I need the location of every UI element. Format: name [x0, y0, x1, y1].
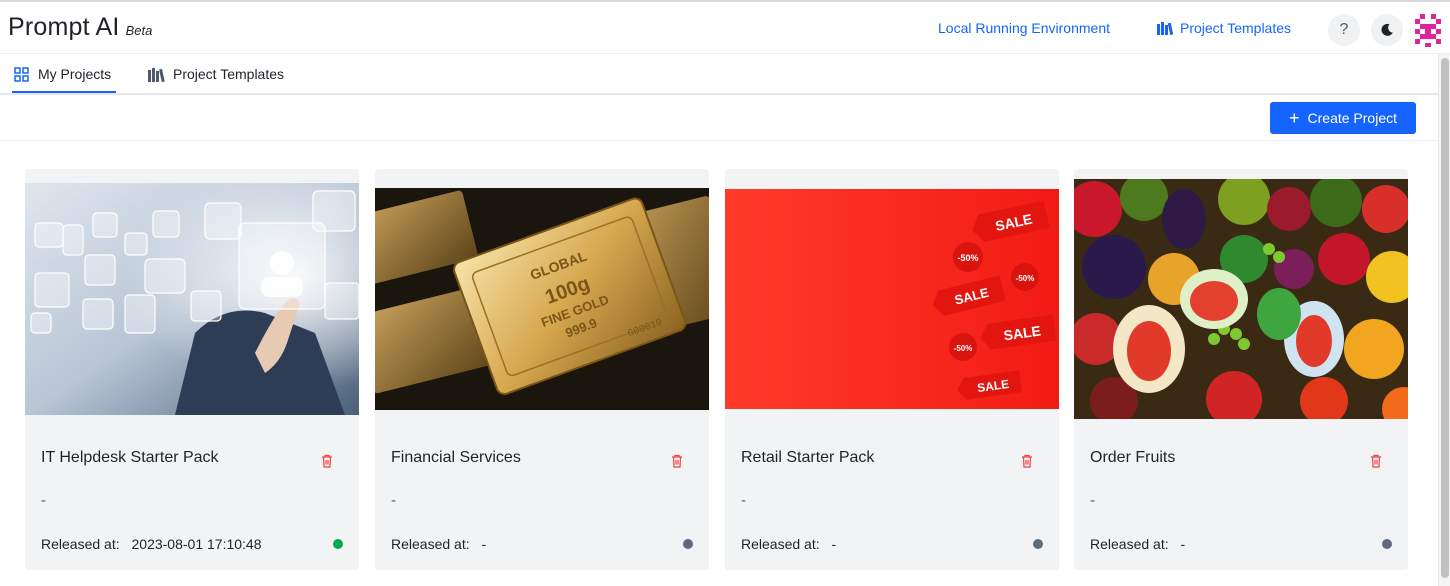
release-info: Released at: - — [1090, 536, 1185, 552]
app-name: Prompt AI — [8, 13, 120, 41]
fruits-image — [1074, 179, 1408, 419]
discount-tag-text: -50% — [957, 253, 978, 263]
discount-tag-text: -50% — [954, 344, 973, 353]
library-icon — [1157, 22, 1173, 35]
project-description: - — [41, 492, 46, 509]
release-info: Released at: 2023-08-01 17:10:48 — [41, 536, 262, 552]
project-title: Financial Services — [391, 449, 521, 466]
plus-icon: + — [1289, 108, 1300, 128]
released-value: 2023-08-01 17:10:48 — [131, 536, 262, 552]
released-label: Released at: — [41, 536, 120, 552]
question-icon: ? — [1339, 21, 1349, 38]
active-tab-indicator — [12, 91, 116, 93]
status-dot-offline — [683, 539, 693, 549]
app-brand[interactable]: Prompt AI Beta — [8, 13, 152, 42]
create-project-label: Create Project — [1307, 110, 1397, 126]
release-info: Released at: - — [391, 536, 486, 552]
project-card[interactable]: Order Fruits - Released at: - — [1074, 169, 1408, 570]
sale-tags-image: SALE -50% SALE -50% SALE -50% SALE — [725, 189, 1059, 409]
top-bar: Prompt AI Beta Local Running Environment… — [0, 0, 1450, 54]
tab-project-templates-label: Project Templates — [173, 66, 285, 82]
tab-my-projects-label: My Projects — [38, 66, 112, 82]
user-avatar[interactable] — [1410, 12, 1446, 48]
trash-icon[interactable] — [1021, 454, 1033, 468]
released-label: Released at: — [391, 536, 470, 552]
status-dot-offline — [1033, 539, 1043, 549]
project-description: - — [741, 492, 746, 509]
scrollbar-thumb[interactable] — [1441, 58, 1449, 578]
action-bar: + Create Project — [0, 95, 1438, 141]
theme-toggle-button[interactable] — [1371, 14, 1403, 46]
tab-bar: My Projects Project Templates — [0, 54, 1438, 95]
tab-my-projects[interactable]: My Projects — [13, 66, 111, 82]
released-label: Released at: — [1090, 536, 1169, 552]
project-title: Retail Starter Pack — [741, 449, 875, 466]
project-templates-link[interactable]: Project Templates — [1157, 20, 1291, 36]
project-title: IT Helpdesk Starter Pack — [41, 449, 219, 466]
project-description: - — [1090, 492, 1095, 509]
trash-icon[interactable] — [321, 454, 333, 468]
project-templates-link-label: Project Templates — [1180, 20, 1292, 36]
helpdesk-image — [25, 183, 359, 415]
project-card[interactable]: IT Helpdesk Starter Pack - Released at: … — [25, 169, 359, 570]
scrollbar[interactable] — [1438, 54, 1450, 586]
tab-project-templates[interactable]: Project Templates — [148, 66, 284, 82]
released-label: Released at: — [741, 536, 820, 552]
gold-bars-image: GLOBAL 100g FINE GOLD 999.9 G00010 — [375, 188, 709, 410]
discount-tag-text: -50% — [1016, 274, 1035, 283]
release-info: Released at: - — [741, 536, 836, 552]
local-environment-link[interactable]: Local Running Environment — [938, 20, 1110, 36]
beta-badge: Beta — [125, 23, 153, 38]
project-title: Order Fruits — [1090, 449, 1176, 466]
moon-icon — [1381, 23, 1393, 36]
grid-icon — [14, 66, 29, 82]
trash-icon[interactable] — [1370, 454, 1382, 468]
project-description: - — [391, 492, 396, 509]
library-icon — [148, 67, 165, 82]
released-value: - — [1180, 536, 1186, 552]
project-card[interactable]: GLOBAL 100g FINE GOLD 999.9 G00010 Finan… — [375, 169, 709, 570]
project-card[interactable]: SALE -50% SALE -50% SALE -50% SALE Retai… — [725, 169, 1059, 570]
released-value: - — [481, 536, 487, 552]
released-value: - — [831, 536, 837, 552]
trash-icon[interactable] — [671, 454, 683, 468]
status-dot-online — [333, 539, 343, 549]
status-dot-offline — [1382, 539, 1392, 549]
create-project-button[interactable]: + Create Project — [1270, 102, 1416, 134]
help-button[interactable]: ? — [1328, 14, 1360, 46]
